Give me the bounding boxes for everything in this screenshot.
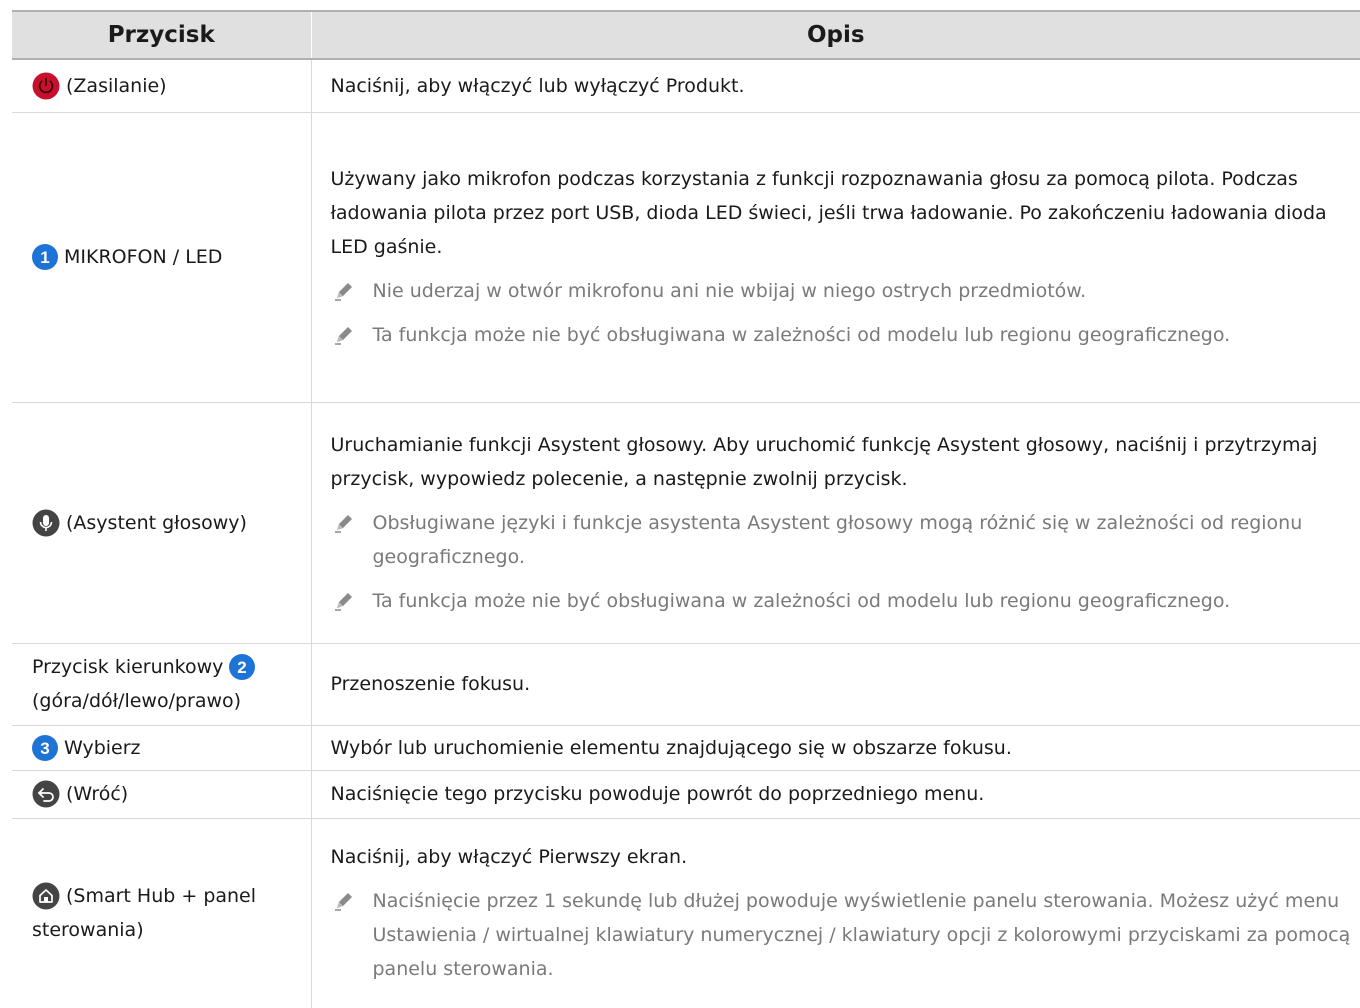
description-cell: Naciśnięcie tego przycisku powoduje powr… — [311, 770, 1360, 819]
button-label: (Asystent głosowy) — [66, 511, 247, 534]
button-cell: 3 Wybierz — [12, 725, 312, 771]
table-row: (Asystent głosowy) Uruchamianie funkcji … — [12, 402, 1360, 644]
pencil-note-icon — [333, 318, 363, 346]
remote-buttons-table: Przycisk Opis (Zasilanie) Naciśnij, aby … — [12, 10, 1360, 1008]
description-cell: Naciśnij, aby włączyć lub wyłączyć Produ… — [311, 59, 1360, 113]
home-icon — [32, 882, 60, 910]
number-1-badge: 1 — [32, 244, 58, 270]
description-text: Naciśnij, aby włączyć lub wyłączyć Produ… — [330, 74, 745, 97]
pencil-note-icon — [333, 884, 363, 912]
button-cell: (Wróć) — [12, 770, 312, 819]
number-3-badge: 3 — [32, 734, 58, 761]
header-przycisk: Przycisk — [12, 10, 312, 60]
description-text: Wybór lub uruchomienie elementu znajdują… — [330, 736, 1012, 759]
svg-text:1: 1 — [40, 248, 49, 267]
button-label: (Wróć) — [66, 783, 129, 805]
pencil-note-icon — [333, 506, 363, 534]
note: Ta funkcja może nie być obsługiwana w za… — [331, 584, 1357, 618]
note-text: Ta funkcja może nie być obsługiwana w za… — [372, 589, 1231, 612]
button-label: Przycisk kierunkowy — [32, 656, 224, 678]
power-icon — [32, 72, 60, 100]
table-header-row: Przycisk Opis — [12, 10, 1360, 60]
table-row: 1 MIKROFON / LED Używany jako mikrofon p… — [12, 112, 1360, 403]
button-label-line2: sterowania) — [32, 919, 144, 942]
svg-text:3: 3 — [40, 739, 49, 758]
description-text: Przenoszenie fokusu. — [330, 673, 531, 695]
note-text: Obsługiwane języki i funkcje asystenta A… — [372, 511, 1303, 568]
note-text: Nie uderzaj w otwór mikrofonu ani nie wb… — [372, 280, 1087, 302]
note-text: Ta funkcja może nie być obsługiwana w za… — [372, 324, 1231, 346]
button-cell: (Zasilanie) — [12, 59, 312, 113]
remote-buttons-page: Przycisk Opis (Zasilanie) Naciśnij, aby … — [0, 0, 1360, 1008]
description-cell: Naciśnij, aby włączyć Pierwszy ekran. Na… — [311, 818, 1360, 1008]
note: Ta funkcja może nie być obsługiwana w za… — [331, 318, 1357, 352]
back-arrow-icon — [32, 780, 60, 808]
table-row: (Wróć) Naciśnięcie tego przycisku powodu… — [12, 770, 1360, 819]
note-text: Naciśnięcie przez 1 sekundę lub dłużej p… — [372, 890, 1351, 981]
description-cell: Wybór lub uruchomienie elementu znajdują… — [311, 725, 1360, 771]
description-cell: Używany jako mikrofon podczas korzystani… — [311, 112, 1360, 403]
description-text: Naciśnij, aby włączyć Pierwszy ekran. — [330, 846, 688, 869]
note: Nie uderzaj w otwór mikrofonu ani nie wb… — [331, 274, 1357, 308]
note: Naciśnięcie przez 1 sekundę lub dłużej p… — [331, 884, 1357, 986]
microphone-icon — [32, 509, 60, 537]
table-row: 3 Wybierz Wybór lub uruchomienie element… — [12, 725, 1360, 771]
button-label-line2: (góra/dół/lewo/prawo) — [32, 690, 242, 712]
description-cell: Przenoszenie fokusu. — [311, 643, 1360, 726]
description-text: Naciśnięcie tego przycisku powoduje powr… — [330, 783, 985, 805]
button-label: (Smart Hub + panel — [66, 885, 257, 908]
description-text: Używany jako mikrofon podczas korzystani… — [330, 168, 1327, 258]
table-row: (Smart Hub + panel sterowania) Naciśnij,… — [12, 818, 1360, 1008]
svg-text:2: 2 — [238, 658, 247, 677]
button-cell: Przycisk kierunkowy 2 (góra/dół/lewo/pra… — [12, 643, 312, 726]
pencil-note-icon — [333, 274, 363, 302]
note: Obsługiwane języki i funkcje asystenta A… — [331, 506, 1357, 574]
table-row: Przycisk kierunkowy 2 (góra/dół/lewo/pra… — [12, 643, 1360, 726]
button-label: (Zasilanie) — [66, 74, 167, 97]
description-text: Uruchamianie funkcji Asystent głosowy. A… — [330, 433, 1318, 490]
pencil-note-icon — [333, 584, 363, 612]
button-cell: (Smart Hub + panel sterowania) — [12, 818, 312, 1008]
header-opis: Opis — [311, 10, 1360, 60]
number-2-badge: 2 — [229, 654, 256, 680]
button-cell: (Asystent głosowy) — [12, 402, 312, 644]
button-label: MIKROFON / LED — [64, 246, 223, 268]
table-row: (Zasilanie) Naciśnij, aby włączyć lub wy… — [12, 59, 1360, 113]
description-cell: Uruchamianie funkcji Asystent głosowy. A… — [311, 402, 1360, 644]
button-label: Wybierz — [64, 736, 141, 759]
button-cell: 1 MIKROFON / LED — [12, 112, 312, 403]
